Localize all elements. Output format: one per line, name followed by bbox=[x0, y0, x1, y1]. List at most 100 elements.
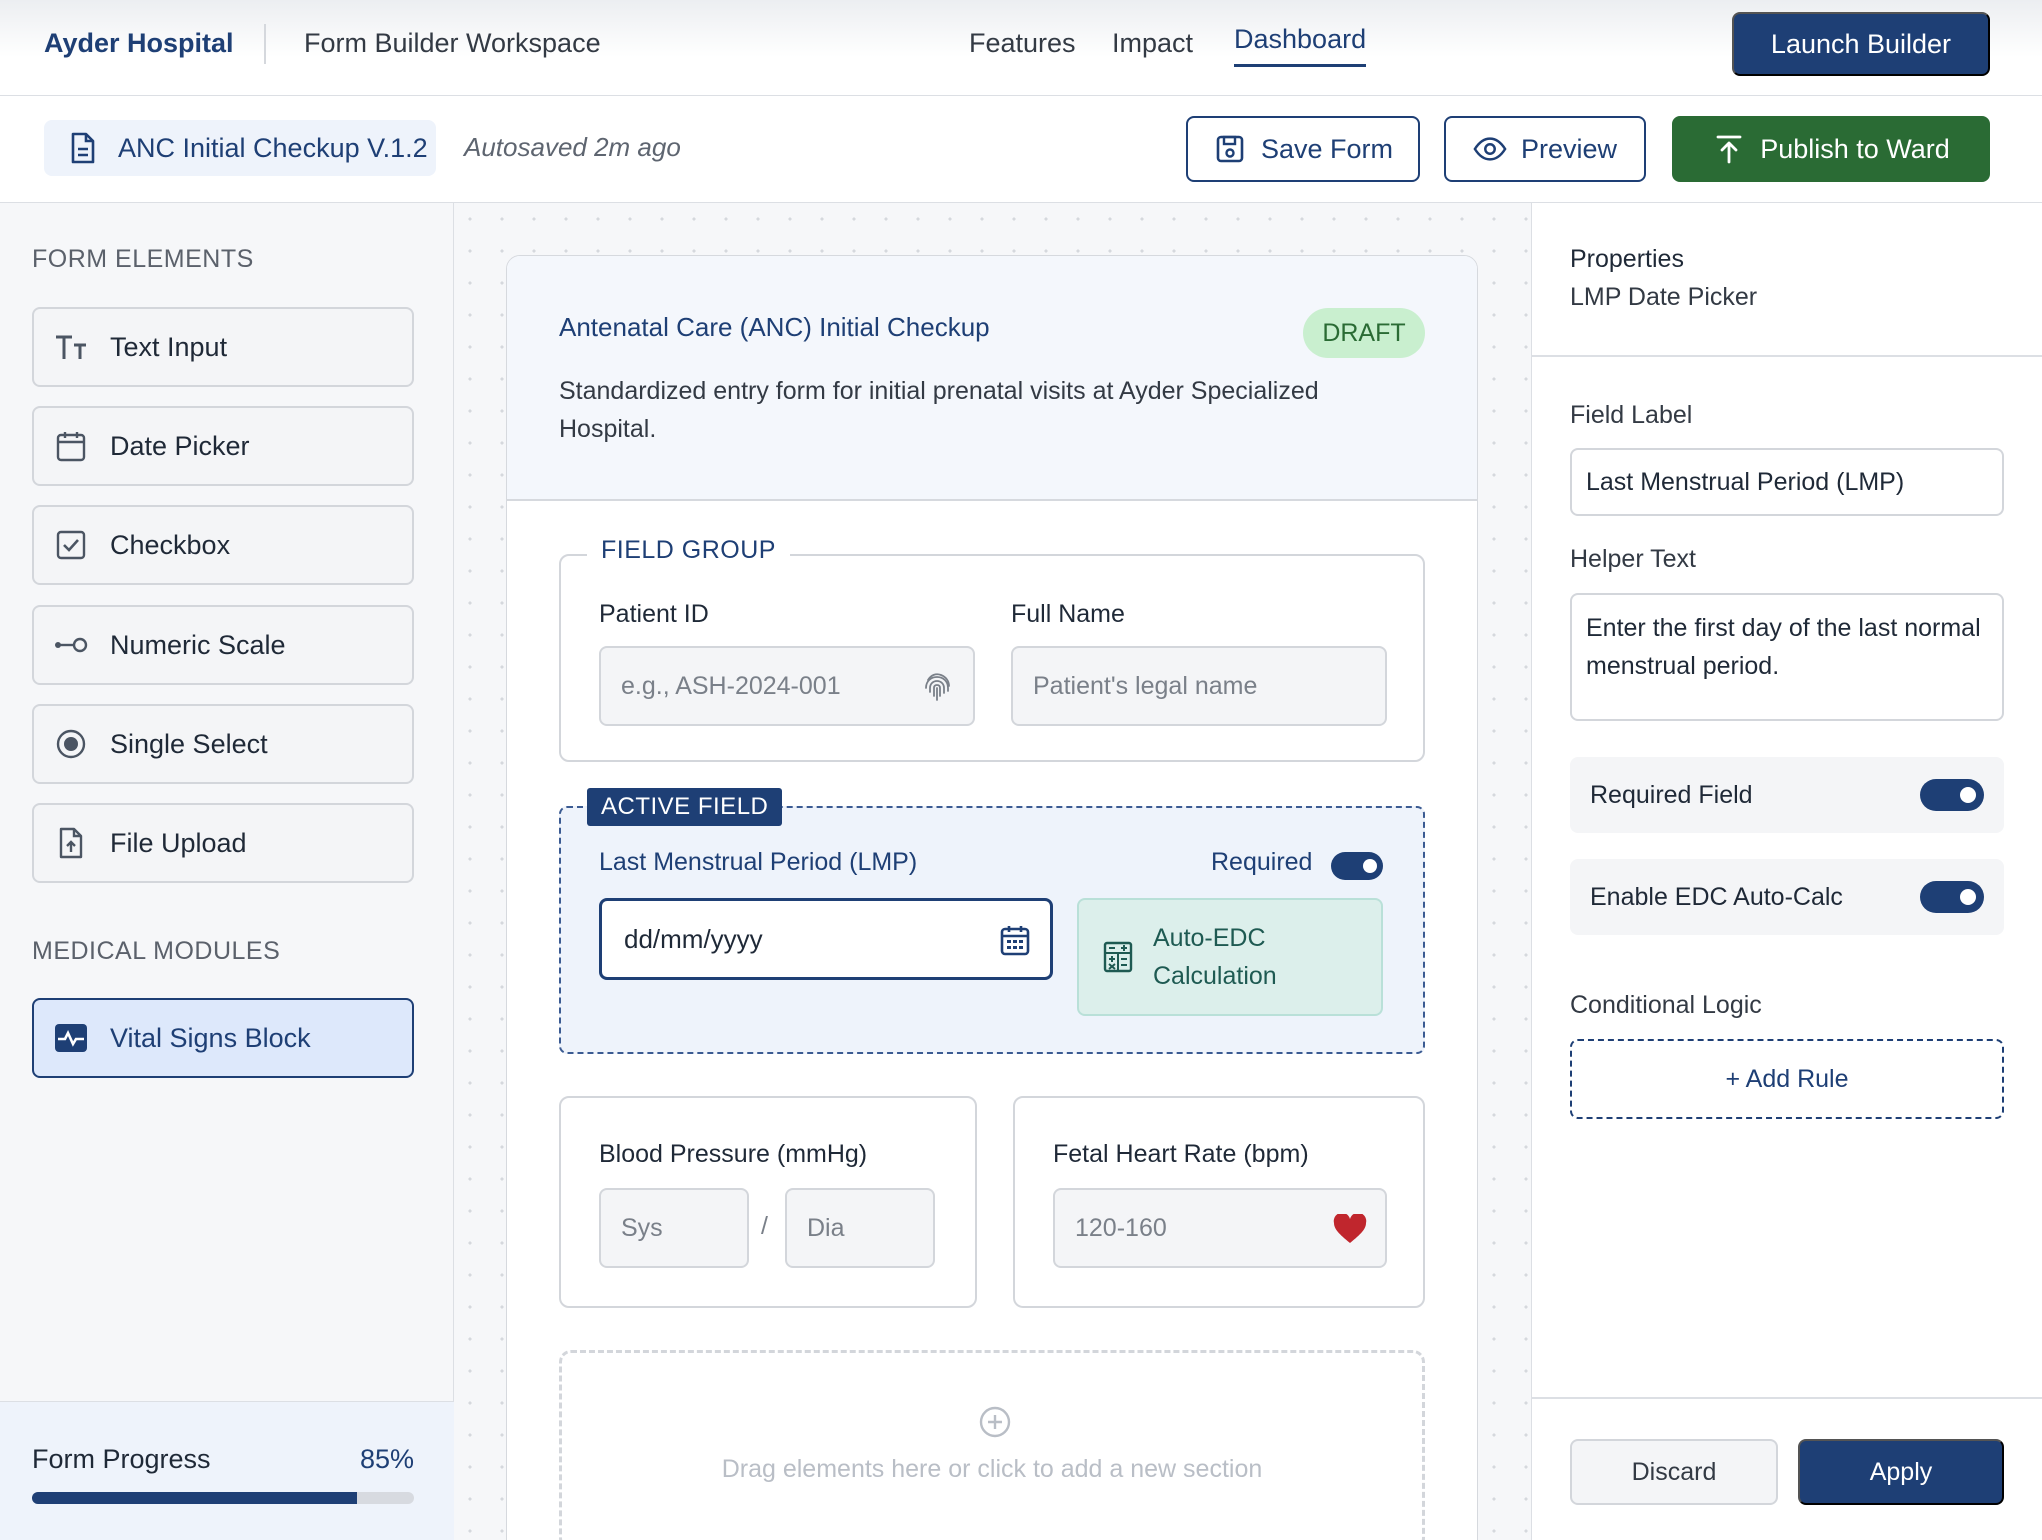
vitals-icon bbox=[54, 1021, 88, 1055]
element-text-input[interactable]: Text Input bbox=[32, 307, 414, 387]
elements-sidebar: FORM ELEMENTS Text Input Date Picker Che… bbox=[0, 203, 454, 1540]
helper-text-title: Helper Text bbox=[1570, 545, 1696, 573]
fingerprint-icon bbox=[921, 670, 955, 704]
brand-divider bbox=[264, 24, 266, 64]
preview-button[interactable]: Preview bbox=[1444, 116, 1646, 182]
fhr-placeholder: 120-160 bbox=[1075, 1213, 1167, 1242]
discard-button[interactable]: Discard bbox=[1570, 1439, 1778, 1505]
form-description[interactable]: Standardized entry form for initial pren… bbox=[559, 372, 1419, 448]
publish-label: Publish to Ward bbox=[1760, 133, 1950, 164]
date-placeholder: dd/mm/yyyy bbox=[624, 923, 763, 954]
top-navigation: Ayder Hospital Form Builder Workspace Fe… bbox=[0, 0, 2042, 96]
nav-impact[interactable]: Impact bbox=[1112, 28, 1193, 59]
module-label: Vital Signs Block bbox=[110, 1022, 311, 1053]
blood-pressure-field[interactable]: Blood Pressure (mmHg) Sys / Dia bbox=[559, 1096, 977, 1308]
required-field-label: Required Field bbox=[1590, 780, 1753, 809]
form-title[interactable]: Antenatal Care (ANC) Initial Checkup bbox=[559, 312, 990, 343]
heart-icon bbox=[1333, 1212, 1367, 1246]
preview-label: Preview bbox=[1520, 133, 1618, 164]
workspace-title: Form Builder Workspace bbox=[304, 28, 601, 58]
publish-to-ward-button[interactable]: Publish to Ward bbox=[1672, 116, 1990, 182]
systolic-input[interactable]: Sys bbox=[599, 1188, 749, 1268]
form-card: Antenatal Care (ANC) Initial Checkup DRA… bbox=[506, 255, 1478, 1540]
form-canvas: Antenatal Care (ANC) Initial Checkup DRA… bbox=[454, 203, 1531, 1540]
element-file-upload[interactable]: File Upload bbox=[32, 803, 414, 883]
element-single-select[interactable]: Single Select bbox=[32, 704, 414, 784]
lmp-date-input[interactable]: dd/mm/yyyy bbox=[599, 898, 1053, 980]
element-numeric-scale[interactable]: Numeric Scale bbox=[32, 605, 414, 685]
launch-builder-button[interactable]: Launch Builder bbox=[1732, 12, 1990, 76]
patient-id-label: Patient ID bbox=[599, 600, 709, 628]
upload-icon bbox=[1712, 132, 1746, 166]
diastolic-input[interactable]: Dia bbox=[785, 1188, 935, 1268]
properties-title: Properties bbox=[1570, 245, 1684, 273]
systolic-placeholder: Sys bbox=[621, 1213, 663, 1242]
checkbox-icon bbox=[54, 528, 88, 562]
fetal-heart-rate-field[interactable]: Fetal Heart Rate (bpm) 120-160 bbox=[1013, 1096, 1425, 1308]
save-form-label: Save Form bbox=[1260, 133, 1394, 164]
auto-edc-calculation: Auto-EDC Calculation bbox=[1077, 898, 1383, 1016]
full-name-input[interactable]: Patient's legal name bbox=[1011, 646, 1387, 726]
element-label: Date Picker bbox=[110, 430, 250, 461]
properties-header: Properties LMP Date Picker bbox=[1532, 203, 2042, 357]
calendar-icon[interactable] bbox=[998, 923, 1032, 957]
element-label: Single Select bbox=[110, 728, 268, 759]
apply-button[interactable]: Apply bbox=[1798, 1439, 2004, 1505]
file-upload-icon bbox=[54, 826, 88, 860]
field-group[interactable]: FIELD GROUP Patient ID e.g., ASH-2024-00… bbox=[559, 536, 1425, 762]
edc-autocalc-row: Enable EDC Auto-Calc bbox=[1570, 859, 2004, 935]
radio-icon bbox=[54, 727, 88, 761]
element-label: File Upload bbox=[110, 827, 247, 858]
autosave-status: Autosaved 2m ago bbox=[464, 132, 681, 162]
required-field-row: Required Field bbox=[1570, 757, 2004, 833]
full-name-placeholder: Patient's legal name bbox=[1033, 671, 1258, 700]
calendar-icon bbox=[54, 429, 88, 463]
helper-text-textarea[interactable]: Enter the first day of the last normal m… bbox=[1570, 593, 2004, 721]
calculator-icon bbox=[1101, 940, 1135, 974]
active-field-lmp[interactable]: ACTIVE FIELD Last Menstrual Period (LMP)… bbox=[559, 788, 1425, 1054]
add-section-dropzone[interactable]: Drag elements here or click to add a new… bbox=[559, 1350, 1425, 1540]
required-toggle[interactable] bbox=[1331, 852, 1383, 880]
required-field-toggle[interactable] bbox=[1920, 779, 1984, 811]
eye-icon bbox=[1473, 132, 1507, 166]
bp-separator: / bbox=[761, 1212, 768, 1240]
lmp-field-label: Last Menstrual Period (LMP) bbox=[599, 848, 918, 876]
element-label: Numeric Scale bbox=[110, 629, 286, 660]
document-chip[interactable]: ANC Initial Checkup V.1.2 bbox=[44, 120, 436, 176]
save-icon bbox=[1213, 132, 1247, 166]
edc-line-1: Auto-EDC bbox=[1153, 924, 1266, 952]
form-elements-heading: FORM ELEMENTS bbox=[32, 245, 254, 273]
element-checkbox[interactable]: Checkbox bbox=[32, 505, 414, 585]
document-title: ANC Initial Checkup V.1.2 bbox=[118, 132, 428, 163]
form-builder-app: Ayder Hospital Form Builder Workspace Fe… bbox=[0, 0, 2042, 1540]
progress-label: Form Progress bbox=[32, 1444, 211, 1474]
edc-line-2: Calculation bbox=[1153, 962, 1277, 990]
properties-footer: Discard Apply bbox=[1532, 1397, 2042, 1540]
element-date-picker[interactable]: Date Picker bbox=[32, 406, 414, 486]
edc-autocalc-toggle[interactable] bbox=[1920, 881, 1984, 913]
save-form-button[interactable]: Save Form bbox=[1186, 116, 1420, 182]
module-vital-signs-block[interactable]: Vital Signs Block bbox=[32, 998, 414, 1078]
slider-icon bbox=[54, 628, 88, 662]
form-header: Antenatal Care (ANC) Initial Checkup DRA… bbox=[507, 256, 1477, 501]
full-name-label: Full Name bbox=[1011, 600, 1125, 628]
add-circle-icon bbox=[978, 1405, 1012, 1439]
field-label-input[interactable]: Last Menstrual Period (LMP) bbox=[1570, 448, 2004, 516]
fetal-heart-rate-label: Fetal Heart Rate (bpm) bbox=[1053, 1140, 1309, 1168]
patient-id-placeholder: e.g., ASH-2024-001 bbox=[621, 671, 841, 700]
fetal-heart-rate-input[interactable]: 120-160 bbox=[1053, 1188, 1387, 1268]
add-rule-button[interactable]: + Add Rule bbox=[1570, 1039, 2004, 1119]
patient-id-input[interactable]: e.g., ASH-2024-001 bbox=[599, 646, 975, 726]
nav-features[interactable]: Features bbox=[969, 28, 1076, 59]
field-label-title: Field Label bbox=[1570, 401, 1693, 429]
progress-fill bbox=[32, 1492, 357, 1504]
blood-pressure-label: Blood Pressure (mmHg) bbox=[599, 1140, 868, 1168]
nav-dashboard[interactable]: Dashboard bbox=[1234, 24, 1366, 55]
diastolic-placeholder: Dia bbox=[807, 1213, 845, 1242]
element-label: Checkbox bbox=[110, 529, 231, 560]
edc-autocalc-label: Enable EDC Auto-Calc bbox=[1590, 882, 1843, 911]
status-badge: DRAFT bbox=[1303, 308, 1425, 358]
text-type-icon bbox=[54, 330, 88, 364]
brand-logo[interactable]: Ayder Hospital bbox=[44, 28, 234, 59]
document-icon bbox=[66, 131, 100, 165]
